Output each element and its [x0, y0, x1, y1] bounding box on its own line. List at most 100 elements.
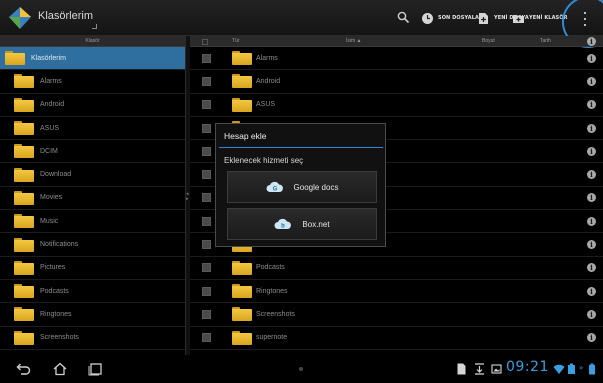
tree-item[interactable]: ASUS: [0, 117, 185, 141]
folder-icon: [232, 330, 252, 345]
tree-item[interactable]: Music: [0, 210, 185, 234]
tree-item[interactable]: DCIM: [0, 140, 185, 164]
home-icon[interactable]: [52, 362, 68, 376]
google-docs-cloud-icon: G: [266, 181, 283, 193]
file-row[interactable]: Android i: [190, 70, 603, 94]
info-icon[interactable]: i: [587, 240, 596, 250]
info-icon[interactable]: i: [587, 333, 596, 343]
download-notification-icon[interactable]: [474, 363, 485, 375]
column-size[interactable]: Boyut: [482, 38, 495, 44]
file-name: ASUS: [256, 101, 276, 109]
row-checkbox[interactable]: [202, 76, 211, 86]
tree-item[interactable]: Screenshots: [0, 327, 185, 350]
splitter-arrow-icon[interactable]: ◂ ▸: [186, 192, 189, 202]
row-checkbox[interactable]: [202, 170, 211, 180]
info-icon[interactable]: i: [587, 123, 596, 133]
info-icon[interactable]: i: [587, 263, 596, 273]
tree-item-label: ASUS: [40, 124, 60, 132]
search-icon[interactable]: [397, 11, 410, 24]
info-icon[interactable]: i: [587, 100, 596, 110]
file-row[interactable]: Alarms i: [190, 47, 603, 71]
tree-item[interactable]: Ringtones: [0, 303, 185, 327]
folder-icon: [14, 284, 34, 299]
folder-icon: [14, 214, 34, 229]
row-checkbox[interactable]: [202, 100, 211, 110]
select-all-checkbox[interactable]: [202, 39, 208, 45]
tree-item[interactable]: Android: [0, 94, 185, 117]
header-info-icon[interactable]: i: [587, 37, 596, 46]
tree-item-label: Klasörlerim: [31, 54, 67, 62]
dialog-title: Hesap ekle: [224, 131, 267, 141]
box-net-cloud-icon: b: [274, 218, 292, 230]
folder-icon: [232, 97, 252, 112]
google-docs-label: Google docs: [293, 182, 339, 192]
folder-icon: [14, 97, 34, 112]
row-checkbox[interactable]: [202, 240, 211, 250]
column-name[interactable]: İsim ▲: [346, 38, 362, 44]
recent-apps-icon[interactable]: [88, 362, 104, 376]
info-icon[interactable]: i: [587, 193, 596, 203]
row-checkbox[interactable]: [202, 146, 211, 156]
action-bar: Klasörlerim SON DOSYALAR YENİ DOSYA YENİ…: [0, 0, 603, 48]
document-notification-icon[interactable]: [456, 363, 467, 375]
tree-item[interactable]: Notifications: [0, 233, 185, 257]
tree-item[interactable]: Podcasts: [0, 280, 185, 304]
tree-item[interactable]: Alarms: [0, 70, 185, 94]
back-icon[interactable]: [15, 362, 31, 376]
file-row[interactable]: supernote i: [190, 327, 603, 350]
file-row[interactable]: Screenshots i: [190, 303, 603, 327]
screenshot-notification-icon[interactable]: [491, 363, 502, 375]
clock[interactable]: 09:21: [506, 359, 549, 375]
row-checkbox[interactable]: [202, 309, 211, 319]
battery-charging-icon: [568, 363, 575, 374]
row-checkbox[interactable]: [202, 333, 211, 343]
info-icon[interactable]: i: [587, 286, 596, 296]
row-checkbox[interactable]: [202, 263, 211, 273]
file-row[interactable]: Podcasts i: [190, 257, 603, 280]
tree-item[interactable]: Movies: [0, 187, 185, 211]
folder-icon: [14, 307, 34, 322]
info-icon[interactable]: i: [587, 53, 596, 63]
google-docs-button[interactable]: G Google docs: [227, 171, 377, 203]
new-file-icon: [479, 12, 488, 24]
row-checkbox[interactable]: [202, 216, 211, 226]
clock-icon: [422, 12, 433, 24]
info-icon[interactable]: i: [587, 216, 596, 226]
tree-item[interactable]: Pictures: [0, 257, 185, 280]
file-name: supernote: [256, 334, 288, 342]
tree-item-label: Ringtones: [40, 310, 72, 318]
row-checkbox[interactable]: [202, 193, 211, 203]
tree-item-label: Music: [40, 217, 59, 225]
system-bar-dot: [299, 367, 303, 371]
row-checkbox[interactable]: [202, 53, 211, 63]
file-name: Android: [256, 77, 281, 85]
box-net-button[interactable]: b Box.net: [227, 208, 377, 240]
system-bar: 09:21 »: [0, 355, 603, 383]
file-row[interactable]: Ringtones i: [190, 280, 603, 304]
folder-icon: [14, 237, 34, 252]
folder-tree-panel: Klasör Klasörlerim Alarms Android ASUS DCIM D…: [0, 36, 185, 355]
new-folder-button[interactable]: YENİ KLASÖR: [512, 10, 568, 26]
row-checkbox[interactable]: [202, 286, 211, 296]
row-checkbox[interactable]: [202, 123, 211, 133]
new-folder-icon: [513, 14, 524, 23]
folder-icon: [232, 51, 252, 66]
info-icon[interactable]: i: [587, 309, 596, 319]
tree-item-label: Movies: [40, 194, 63, 202]
tree-item[interactable]: Download: [0, 163, 185, 187]
info-icon[interactable]: i: [587, 76, 596, 86]
column-date[interactable]: Tarih: [540, 38, 551, 44]
folder-icon: [14, 190, 34, 205]
file-row[interactable]: ASUS i: [190, 94, 603, 117]
recent-files-button[interactable]: SON DOSYALAR: [421, 10, 483, 26]
app-logo-icon[interactable]: [7, 3, 33, 31]
tree-root-item[interactable]: Klasörlerim: [0, 47, 185, 71]
info-icon[interactable]: i: [587, 146, 596, 156]
folder-icon: [14, 167, 34, 182]
info-icon[interactable]: i: [587, 170, 596, 180]
column-type[interactable]: Tür: [232, 38, 240, 44]
wifi-icon: [553, 364, 565, 374]
tree-item-label: Alarms: [40, 77, 62, 85]
tree-item-label: DCIM: [40, 147, 58, 155]
dialog-subtitle: Eklenecek hizmeti seç: [224, 156, 304, 165]
